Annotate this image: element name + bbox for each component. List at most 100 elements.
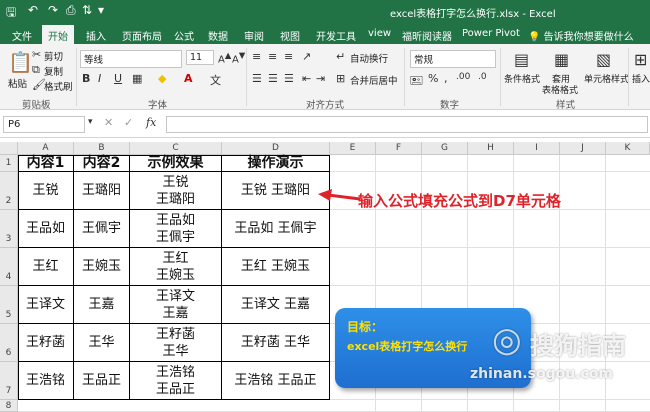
table-cell[interactable]: 王浩铭 王品正 [222, 362, 330, 400]
underline-icon[interactable]: U [114, 72, 122, 85]
column-header-j[interactable]: J [560, 142, 606, 155]
sort-icon[interactable]: ⇅ [82, 3, 92, 17]
align-left-icon[interactable]: ☰ [252, 72, 262, 85]
row-header-4[interactable]: 4 [0, 248, 18, 286]
tab-view[interactable]: 视图 [274, 25, 306, 44]
customize-toolbar-icon[interactable]: ▾ [98, 3, 104, 17]
table-cell[interactable]: 王红 王婉玉 [222, 248, 330, 286]
table-cell[interactable]: 王婉玉 [74, 248, 130, 286]
shrink-font-icon[interactable]: A▼ [232, 50, 245, 65]
table-header-cell[interactable]: 操作演示 [222, 155, 330, 172]
merge-center-icon[interactable]: ⊞ [336, 72, 345, 85]
cell-style-icon[interactable]: ▧ [596, 50, 611, 69]
print-preview-icon[interactable]: ⎙ [66, 3, 76, 18]
table-cell[interactable]: 王译文 [18, 286, 74, 324]
font-color-icon[interactable]: A [184, 72, 193, 85]
formula-input[interactable] [166, 116, 648, 133]
row-header-3[interactable]: 3 [0, 210, 18, 248]
tab-page-layout[interactable]: 页面布局 [116, 25, 168, 44]
format-as-table-icon[interactable]: ▦ [554, 50, 569, 69]
row-header-6[interactable]: 6 [0, 324, 18, 362]
table-cell[interactable]: 王锐 王璐阳 [130, 172, 222, 210]
align-center-icon[interactable]: ☰ [268, 72, 278, 85]
outdent-icon[interactable]: ⇥ [316, 72, 325, 85]
increase-decimal-icon[interactable]: .00 [456, 72, 470, 82]
grow-font-icon[interactable]: A▲ [218, 50, 231, 65]
fill-color-icon[interactable]: ◆ [158, 72, 166, 85]
copy-button[interactable]: 复制 [44, 64, 63, 78]
insert-cells-icon[interactable]: ⊞ [634, 50, 647, 69]
enter-icon[interactable]: ✓ [124, 116, 133, 129]
cell-style-button[interactable]: 单元格样式 [584, 72, 629, 85]
tab-file[interactable]: 文件 [6, 25, 38, 44]
tab-power-pivot[interactable]: Power Pivot [456, 25, 526, 44]
row-header-2[interactable]: 2 [0, 172, 18, 210]
tab-foxit-reader[interactable]: 福昕阅读器 [396, 25, 458, 44]
column-header-f[interactable]: F [376, 142, 422, 155]
format-painter-button[interactable]: 格式刷 [44, 79, 73, 93]
column-header-a[interactable]: A [18, 142, 74, 155]
paste-button[interactable]: 粘贴 [8, 76, 27, 90]
tab-data[interactable]: 数据 [202, 25, 234, 44]
merge-center-button[interactable]: 合并后居中 [350, 73, 398, 87]
table-cell[interactable]: 王品如 王佩宇 [130, 210, 222, 248]
table-header-cell[interactable]: 内容2 [74, 155, 130, 172]
insert-cells-button[interactable]: 插入 [632, 72, 650, 85]
column-header-k[interactable]: K [606, 142, 650, 155]
name-box-dropdown-icon[interactable]: ▾ [88, 117, 93, 127]
cut-icon[interactable]: ✂ [32, 48, 41, 61]
table-cell[interactable]: 王浩铭 王品正 [130, 362, 222, 400]
align-bottom-icon[interactable]: ≡ [284, 50, 293, 63]
copy-icon[interactable]: ⧉ [32, 63, 40, 77]
table-cell[interactable]: 王璐阳 [74, 172, 130, 210]
column-header-i[interactable]: I [514, 142, 560, 155]
paste-icon[interactable]: 📋 [8, 50, 33, 74]
insert-function-icon[interactable]: fx [146, 116, 156, 129]
tab-review[interactable]: 审阅 [238, 25, 270, 44]
tab-home[interactable]: 开始 [42, 25, 74, 44]
table-cell[interactable]: 王译文 王嘉 [130, 286, 222, 324]
table-cell[interactable]: 王锐 [18, 172, 74, 210]
tab-formulas[interactable]: 公式 [168, 25, 200, 44]
table-cell[interactable]: 王浩铭 [18, 362, 74, 400]
column-header-b[interactable]: B [74, 142, 130, 155]
column-header-h[interactable]: H [468, 142, 514, 155]
tab-view-addin[interactable]: view [362, 25, 397, 44]
table-cell[interactable]: 王锐 王璐阳 [222, 172, 330, 210]
table-cell[interactable]: 王红 王婉玉 [130, 248, 222, 286]
undo-icon[interactable]: ↶ [28, 3, 38, 17]
tab-insert[interactable]: 插入 [80, 25, 112, 44]
cancel-icon[interactable]: ✕ [104, 116, 113, 129]
row-header-1[interactable]: 1 [0, 155, 18, 172]
table-cell[interactable]: 王嘉 [74, 286, 130, 324]
table-cell[interactable]: 王籽菡 [18, 324, 74, 362]
column-header-d[interactable]: D [222, 142, 330, 155]
align-middle-icon[interactable]: ≡ [268, 50, 277, 63]
column-header-e[interactable]: E [330, 142, 376, 155]
tell-me-box[interactable]: 💡 告诉我你想要做什么 [528, 28, 634, 43]
border-icon[interactable]: ▦ [132, 72, 142, 85]
column-header-c[interactable]: C [130, 142, 222, 155]
orientation-icon[interactable]: ↗ [302, 50, 311, 63]
redo-icon[interactable]: ↷ [48, 3, 58, 17]
table-cell[interactable]: 王佩宇 [74, 210, 130, 248]
row-header-7[interactable]: 7 [0, 362, 18, 400]
table-cell[interactable]: 王红 [18, 248, 74, 286]
cut-button[interactable]: 剪切 [44, 49, 63, 63]
bold-icon[interactable]: B [82, 72, 90, 85]
number-format-select[interactable]: 常规 [410, 50, 496, 68]
table-cell[interactable]: 王籽菡 王华 [222, 324, 330, 362]
conditional-format-icon[interactable]: ▤ [514, 50, 529, 69]
font-name-select[interactable]: 等线 [80, 50, 182, 68]
save-icon[interactable]: 🖫 [6, 3, 16, 24]
table-cell[interactable]: 王籽菡 王华 [130, 324, 222, 362]
conditional-format-button[interactable]: 条件格式 [504, 72, 540, 85]
currency-icon[interactable]: 🖭 [410, 72, 423, 91]
table-cell[interactable]: 王品如 王佩宇 [222, 210, 330, 248]
tab-developer[interactable]: 开发工具 [310, 25, 362, 44]
table-cell[interactable]: 王华 [74, 324, 130, 362]
row-header-5[interactable]: 5 [0, 286, 18, 324]
format-as-table-button-2[interactable]: 表格格式 [542, 83, 578, 96]
italic-icon[interactable]: I [98, 72, 101, 85]
wrap-text-icon[interactable]: ↵ [336, 50, 345, 63]
